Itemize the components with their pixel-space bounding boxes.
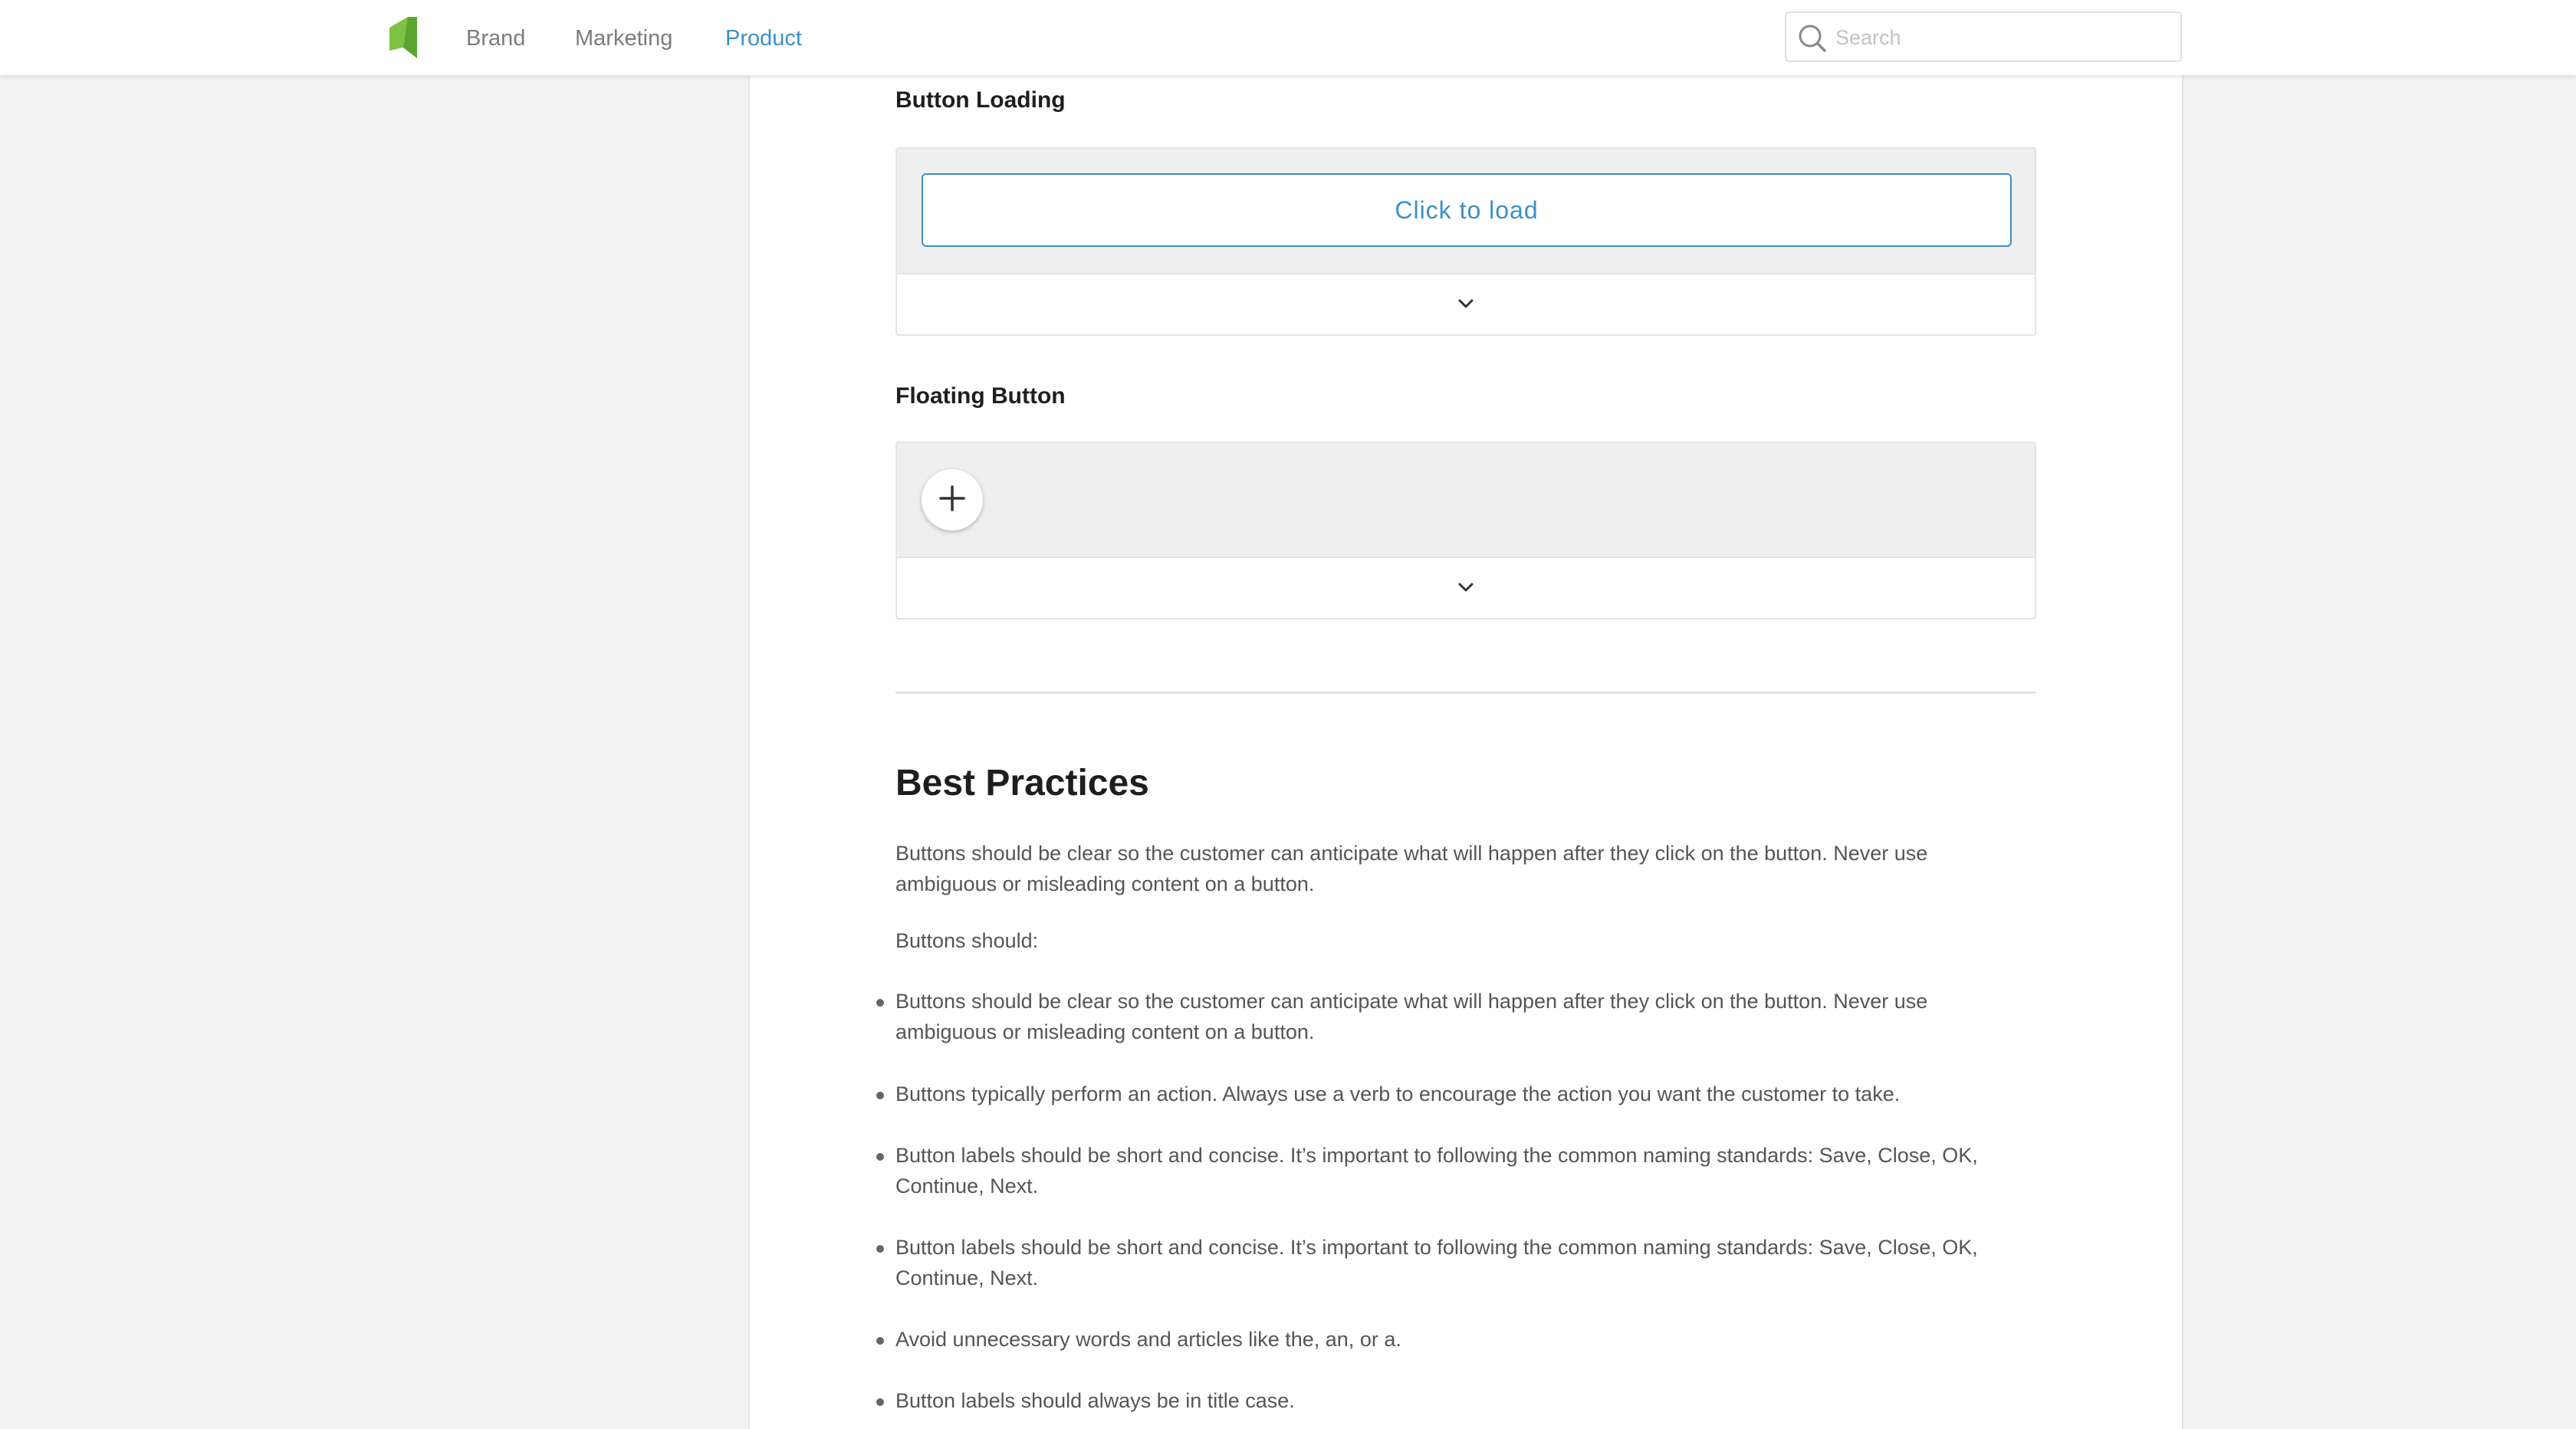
nav-link-product[interactable]: Product bbox=[725, 23, 802, 54]
best-practices-heading: Best Practices bbox=[895, 763, 1149, 803]
demo-card-button-loading: Click to load bbox=[895, 147, 2036, 336]
list-item: Buttons typically perform an action. Alw… bbox=[876, 1079, 2022, 1109]
list-item-text: Button labels should be short and concis… bbox=[895, 1236, 1978, 1289]
search-input[interactable] bbox=[1834, 21, 2174, 54]
list-item: Buttons should be clear so the customer … bbox=[876, 986, 2022, 1047]
bullet-dot bbox=[876, 1398, 884, 1406]
best-practices-intro: Buttons should be clear so the customer … bbox=[895, 842, 1928, 895]
floating-add-button[interactable] bbox=[922, 469, 983, 531]
nav-link-marketing[interactable]: Marketing bbox=[575, 23, 672, 54]
list-item-text: Buttons should be clear so the customer … bbox=[895, 990, 1928, 1043]
leaf-logo-icon[interactable] bbox=[389, 17, 417, 58]
demo-preview-area: Click to load bbox=[897, 149, 2035, 273]
bullet-dot bbox=[876, 1245, 884, 1253]
expand-code-toggle[interactable] bbox=[897, 273, 2035, 334]
list-item-text: Button labels should be short and concis… bbox=[895, 1144, 1978, 1197]
nav-link-brand[interactable]: Brand bbox=[466, 23, 525, 54]
section-title-floating-button: Floating Button bbox=[895, 383, 1066, 409]
bullet-dot bbox=[876, 1337, 884, 1345]
list-item: Button labels should always be in title … bbox=[876, 1385, 2022, 1416]
list-item: Avoid unnecessary words and articles lik… bbox=[876, 1324, 2022, 1355]
demo-preview-area bbox=[897, 443, 2035, 557]
search-box[interactable] bbox=[1785, 11, 2182, 62]
bullet-dot bbox=[876, 999, 884, 1007]
list-item-text: Buttons typically perform an action. Alw… bbox=[895, 1082, 1901, 1105]
section-title-button-loading: Button Loading bbox=[895, 87, 1066, 113]
click-to-load-button[interactable]: Click to load bbox=[922, 173, 2012, 247]
bullet-dot bbox=[876, 1153, 884, 1161]
bullet-dot bbox=[876, 1092, 884, 1099]
list-item: Button labels should be short and concis… bbox=[876, 1232, 2022, 1293]
chevron-down-icon bbox=[1457, 581, 1475, 597]
expand-code-toggle[interactable] bbox=[897, 557, 2035, 618]
list-item: Button labels should be short and concis… bbox=[876, 1140, 2022, 1201]
list-item-text: Avoid unnecessary words and articles lik… bbox=[895, 1328, 1401, 1351]
plus-icon bbox=[938, 484, 967, 517]
best-practices-lead: Buttons should: bbox=[895, 929, 1039, 952]
top-navbar: Brand Marketing Product bbox=[0, 0, 2576, 75]
section-divider bbox=[895, 692, 2036, 694]
chevron-down-icon bbox=[1457, 297, 1475, 314]
list-item-text: Button labels should always be in title … bbox=[895, 1389, 1295, 1412]
demo-card-floating-button bbox=[895, 442, 2036, 619]
